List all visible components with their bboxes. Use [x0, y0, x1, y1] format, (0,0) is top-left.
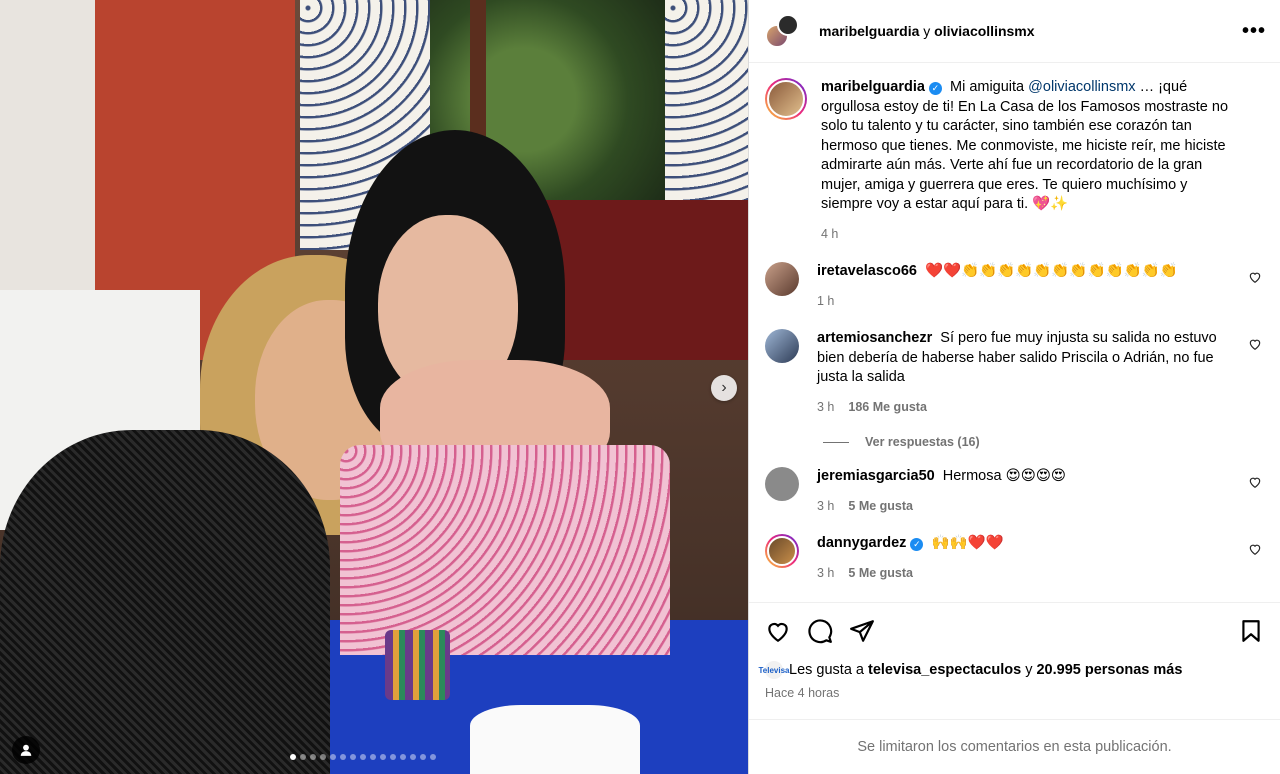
- comment-likes[interactable]: 5 Me gusta: [848, 497, 913, 517]
- caption-username[interactable]: maribelguardia: [821, 79, 925, 95]
- photo-wall: [0, 0, 95, 330]
- carousel-dot: [310, 754, 316, 760]
- likes-prefix: Les gusta a: [789, 662, 864, 678]
- post-panel: maribelguardia y oliviacollinsmx ••• mar…: [748, 0, 1280, 774]
- heart-icon[interactable]: [1248, 270, 1262, 284]
- carousel-dots: [290, 754, 436, 760]
- photo-background-chair: [540, 200, 748, 360]
- comment-likes[interactable]: 5 Me gusta: [848, 564, 913, 584]
- post-header: maribelguardia y oliviacollinsmx •••: [749, 0, 1280, 63]
- collaborator-username[interactable]: oliviacollinsmx: [934, 23, 1034, 39]
- avatar[interactable]: [765, 534, 799, 568]
- post-caption: maribelguardia ✓ Mi amiguita @oliviacolli…: [765, 64, 1264, 244]
- collab-avatar[interactable]: [765, 14, 799, 48]
- authors-conjunction: y: [923, 23, 931, 39]
- post-actions: Televisa Les gusta a televisa_espectacul…: [749, 602, 1280, 700]
- comment-item: dannygardez ✓ 🙌🙌❤️❤️ 3 h 5 Me gusta: [765, 534, 1264, 583]
- carousel-dot: [420, 754, 426, 760]
- carousel-dot: [300, 754, 306, 760]
- comment-meta: 3 h 5 Me gusta: [817, 497, 1242, 517]
- comment-time[interactable]: 3 h: [817, 564, 834, 584]
- chevron-right-icon[interactable]: ›: [711, 375, 737, 401]
- user-tag-icon[interactable]: [12, 736, 40, 764]
- heart-icon[interactable]: [1248, 337, 1262, 351]
- post-photo[interactable]: ›: [0, 0, 748, 774]
- comment-icon[interactable]: [807, 618, 833, 644]
- comment-meta: 3 h 186 Me gusta: [817, 398, 1242, 418]
- caption-mention[interactable]: @oliviacollinsmx: [1028, 79, 1135, 95]
- comment-text: Hermosa 😍😍😍😍: [942, 468, 1067, 484]
- carousel-dot: [340, 754, 346, 760]
- post-authors: maribelguardia y oliviacollinsmx: [819, 23, 1035, 39]
- comments-limited-notice: Se limitaron los comentarios en esta pub…: [749, 719, 1280, 774]
- owner-username[interactable]: maribelguardia: [819, 23, 919, 39]
- comment-username[interactable]: dannygardez: [817, 535, 906, 551]
- likes-middle: y: [1025, 662, 1033, 678]
- comment-item: iretavelasco66 ❤️❤️👏👏👏👏👏👏👏👏👏👏👏👏 1 h: [765, 262, 1264, 311]
- replies-divider: [823, 441, 849, 443]
- photo-person-right-top: [340, 445, 670, 655]
- more-icon[interactable]: •••: [1242, 20, 1266, 43]
- carousel-dot: [320, 754, 326, 760]
- comment-username[interactable]: iretavelasco66: [817, 263, 917, 279]
- photo-person-left-body: [0, 430, 330, 774]
- avatar[interactable]: [765, 329, 799, 363]
- avatar[interactable]: [765, 262, 799, 296]
- view-replies-button[interactable]: Ver respuestas (16): [823, 435, 1264, 449]
- view-replies-label: Ver respuestas (16): [865, 435, 980, 449]
- verified-icon: ✓: [928, 82, 942, 95]
- comment-text: 🙌🙌❤️❤️: [931, 535, 1004, 551]
- caption-meta: 4 h: [821, 225, 1242, 245]
- photo-napkin: [470, 705, 640, 774]
- comment-username[interactable]: jeremiasgarcia50: [817, 468, 935, 484]
- likes-others[interactable]: 20.995 personas más: [1036, 662, 1182, 678]
- carousel-dot: [400, 754, 406, 760]
- comment-time[interactable]: 1 h: [817, 292, 834, 312]
- likes-summary: Televisa Les gusta a televisa_espectacul…: [759, 661, 1264, 679]
- heart-icon[interactable]: [1248, 475, 1262, 489]
- carousel-dot: [430, 754, 436, 760]
- caption-text-start: Mi amiguita: [949, 79, 1025, 95]
- post-time[interactable]: Hace 4 horas: [765, 686, 1264, 700]
- comment-time[interactable]: 3 h: [817, 497, 834, 517]
- carousel-dot: [360, 754, 366, 760]
- carousel-dot: [410, 754, 416, 760]
- user-tag-icon: [20, 744, 32, 756]
- post-view: › maribelguardia y oliviacollinsmx ••• m…: [0, 0, 1280, 774]
- carousel-dot: [380, 754, 386, 760]
- comment-meta: 1 h: [817, 292, 1242, 312]
- comment-text: ❤️❤️👏👏👏👏👏👏👏👏👏👏👏👏: [925, 263, 1178, 279]
- comment-username[interactable]: artemiosanchezr: [817, 330, 932, 346]
- carousel-dot: [290, 754, 296, 760]
- comment-meta: 3 h 5 Me gusta: [817, 564, 1242, 584]
- carousel-dot: [330, 754, 336, 760]
- avatar: [777, 14, 799, 36]
- comment-likes[interactable]: 186 Me gusta: [848, 398, 927, 418]
- photo-bracelet: [385, 630, 450, 700]
- comment-item: artemiosanchezr Sí pero fue muy injusta …: [765, 329, 1264, 417]
- comments-list[interactable]: maribelguardia ✓ Mi amiguita @oliviacolli…: [749, 64, 1280, 602]
- avatar[interactable]: [765, 78, 807, 120]
- caption-time[interactable]: 4 h: [821, 225, 838, 245]
- avatar[interactable]: Televisa: [759, 661, 790, 679]
- carousel-dot: [350, 754, 356, 760]
- carousel-dot: [390, 754, 396, 760]
- carousel-dot: [370, 754, 376, 760]
- avatar[interactable]: [765, 467, 799, 501]
- bookmark-icon[interactable]: [1238, 618, 1264, 644]
- comment-item: jeremiasgarcia50 Hermosa 😍😍😍😍 3 h 5 Me g…: [765, 467, 1264, 516]
- action-icons: [765, 615, 1264, 647]
- share-icon[interactable]: [849, 618, 875, 644]
- heart-icon[interactable]: [765, 618, 791, 644]
- verified-icon: ✓: [910, 538, 924, 551]
- likes-user[interactable]: televisa_espectaculos: [868, 662, 1021, 678]
- heart-icon[interactable]: [1248, 542, 1262, 556]
- comment-time[interactable]: 3 h: [817, 398, 834, 418]
- caption-text-end: … ¡qué orgullosa estoy de ti! En La Casa…: [821, 79, 1229, 212]
